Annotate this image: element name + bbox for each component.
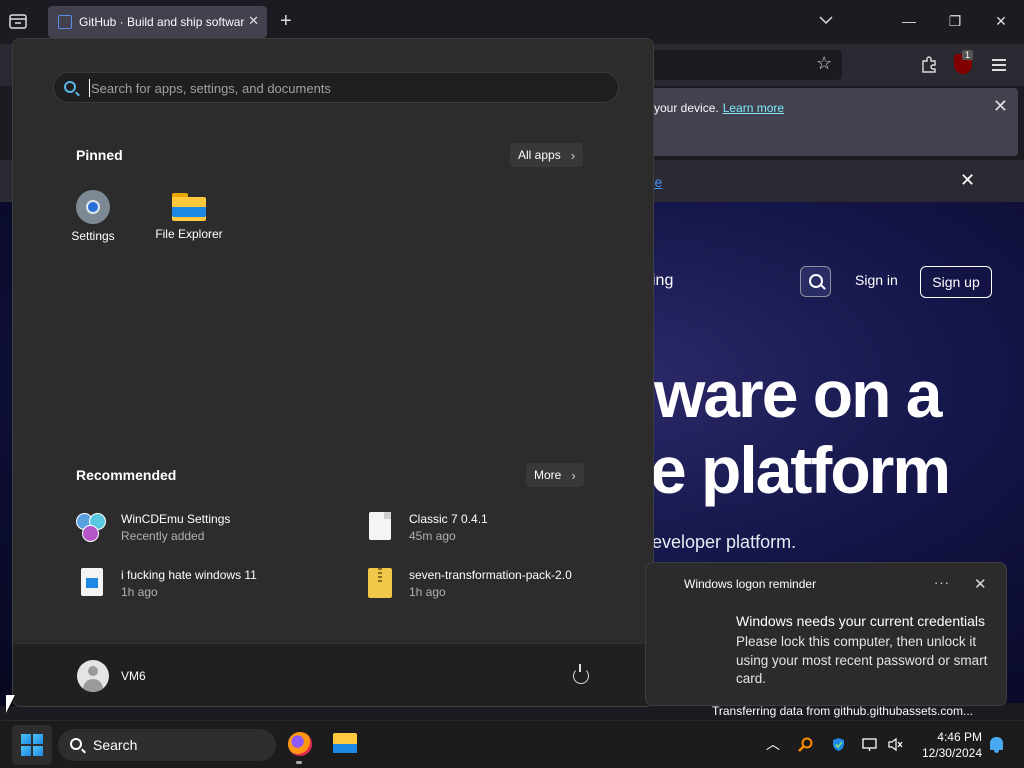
start-search-input[interactable] (89, 79, 589, 97)
recommended-item-time: 45m ago (409, 528, 456, 543)
security-shield-icon[interactable] (831, 737, 846, 752)
recommended-heading: Recommended (76, 467, 177, 483)
settings-gear-icon (77, 191, 109, 223)
extensions-icon[interactable] (920, 55, 938, 73)
notification-bell-icon[interactable] (990, 737, 1003, 753)
system-clock[interactable]: 4:46 PM 12/30/2024 (910, 729, 982, 761)
pinned-app-label: Settings (71, 229, 115, 243)
new-tab-button[interactable]: + (280, 10, 292, 33)
nav-item-partial[interactable]: ing (652, 272, 673, 290)
site-search-icon[interactable] (800, 266, 831, 297)
tab-list-icon[interactable] (8, 12, 30, 32)
tab-title: GitHub · Build and ship software (79, 15, 245, 29)
pinned-app-file-explorer[interactable]: File Explorer (144, 191, 234, 241)
recommended-item-name: seven-transformation-pack-2.0 (409, 567, 572, 582)
recommended-item[interactable]: seven-transformation-pack-2.0 1h ago (364, 567, 572, 599)
folder-icon (172, 193, 206, 221)
file-explorer-icon[interactable] (333, 733, 357, 753)
recommended-item[interactable]: WinCDEmu Settings Recently added (76, 511, 230, 543)
banner-close-icon[interactable]: ✕ (960, 170, 975, 191)
recommended-item-time: 1h ago (121, 584, 158, 599)
restore-button[interactable]: ❐ (942, 8, 968, 34)
toast-body: Please lock this computer, then unlock i… (736, 634, 988, 686)
recommended-item-time: Recently added (121, 528, 205, 543)
all-apps-label: All apps (518, 148, 561, 162)
toast-app-name: Windows logon reminder (684, 577, 817, 591)
minimize-button[interactable]: — (896, 8, 922, 34)
taskbar-search-label: Search (93, 737, 138, 753)
pinned-app-settings[interactable]: Settings (48, 191, 138, 243)
power-icon[interactable] (573, 664, 589, 684)
notice-text: your device. Learn more (654, 101, 784, 115)
hero-heading-line2: e platform (650, 433, 951, 507)
more-options-icon[interactable]: ··· (934, 575, 950, 590)
volume-muted-icon[interactable] (888, 737, 903, 752)
user-avatar-icon[interactable] (77, 660, 109, 692)
hero-heading-line1: ware on a (654, 357, 942, 431)
pinned-app-label: File Explorer (155, 227, 223, 241)
more-label: More (534, 468, 562, 482)
toast-notification[interactable]: Windows logon reminder ··· ✕ Windows nee… (645, 562, 1007, 706)
clock-date: 12/30/2024 (921, 746, 982, 760)
notice-close-icon[interactable]: ✕ (993, 96, 1008, 117)
toast-title: Windows needs your current credentials (736, 613, 986, 629)
recommended-item[interactable]: Classic 7 0.4.1 45m ago (364, 511, 488, 543)
sign-in-link[interactable]: Sign in (855, 272, 898, 288)
windows-logo-icon (21, 734, 43, 756)
document-icon (364, 511, 396, 543)
hero-subtitle: eveloper platform. (652, 532, 797, 552)
image-file-icon (76, 567, 108, 599)
discs-icon (76, 511, 108, 543)
chevron-down-icon[interactable] (818, 12, 834, 28)
start-button[interactable] (12, 725, 52, 765)
zip-folder-icon (364, 567, 396, 599)
notice-message: your device. (654, 101, 719, 115)
github-favicon-icon (58, 15, 72, 29)
chevron-right-icon: › (570, 147, 576, 163)
start-search-box[interactable] (53, 72, 619, 103)
close-window-button[interactable]: ✕ (988, 8, 1014, 34)
app-menu-icon[interactable] (992, 59, 1006, 74)
search-tray-icon[interactable] (798, 737, 813, 752)
network-icon[interactable] (862, 737, 877, 752)
close-icon[interactable]: ✕ (974, 575, 987, 593)
show-hidden-icons-chevron-icon[interactable]: ︿ (766, 734, 780, 754)
recommended-item-name: Classic 7 0.4.1 (409, 511, 488, 526)
all-apps-button[interactable]: All apps › (510, 143, 584, 167)
more-button[interactable]: More › (526, 463, 584, 487)
start-menu-footer: VM6 (13, 643, 653, 706)
start-menu: Pinned All apps› Settings File Explorer … (12, 38, 654, 707)
taskbar: Search ︿ 4:46 PM 12/30/2024 (0, 720, 1024, 768)
firefox-icon[interactable] (288, 732, 312, 756)
extension-badge: 1 (962, 50, 974, 60)
learn-more-link[interactable]: Learn more (723, 101, 784, 115)
recommended-item-time: 1h ago (409, 584, 446, 599)
clock-time: 4:46 PM (937, 730, 982, 744)
recommended-item[interactable]: i fucking hate windows 11 1h ago (76, 567, 257, 599)
search-icon (70, 738, 82, 750)
browser-tab-github[interactable]: GitHub · Build and ship software ✕ (48, 6, 267, 38)
pinned-heading: Pinned (76, 147, 123, 163)
recommended-item-name: WinCDEmu Settings (121, 511, 231, 526)
running-indicator (296, 761, 302, 764)
url-bar[interactable] (640, 50, 842, 80)
taskbar-search[interactable]: Search (58, 729, 276, 761)
mouse-cursor-icon (6, 695, 15, 713)
tab-close-icon[interactable]: ✕ (248, 13, 259, 29)
bookmark-star-icon[interactable]: ☆ (816, 53, 832, 74)
recommended-item-name: i fucking hate windows 11 (121, 567, 257, 582)
sign-up-button[interactable]: Sign up (920, 266, 992, 298)
search-icon (64, 81, 76, 93)
user-name[interactable]: VM6 (121, 669, 146, 683)
chevron-right-icon: › (571, 467, 576, 483)
